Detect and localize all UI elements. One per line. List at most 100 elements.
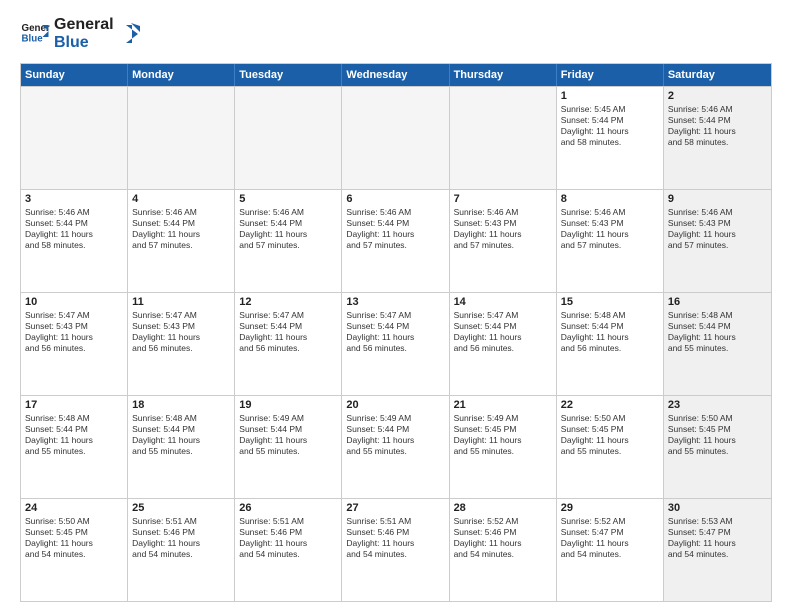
header-cell-thursday: Thursday: [450, 64, 557, 86]
day-number: 6: [346, 193, 444, 205]
calendar-header-row: SundayMondayTuesdayWednesdayThursdayFrid…: [21, 64, 771, 86]
calendar-row-3: 17Sunrise: 5:48 AM Sunset: 5:44 PM Dayli…: [21, 395, 771, 498]
day-info: Sunrise: 5:47 AM Sunset: 5:44 PM Dayligh…: [346, 310, 444, 354]
day-number: 30: [668, 502, 767, 514]
day-info: Sunrise: 5:46 AM Sunset: 5:44 PM Dayligh…: [346, 207, 444, 251]
day-cell-30: 30 Sunrise: 5:53 AM Sunset: 5:47 PM Dayli…: [664, 499, 771, 601]
day-number: 28: [454, 502, 552, 514]
day-cell-25: 25 Sunrise: 5:51 AM Sunset: 5:46 PM Dayli…: [128, 499, 235, 601]
calendar-row-2: 10 Sunrise: 5:47 AM Sunset: 5:43 PM Dayli…: [21, 292, 771, 395]
day-number: 18: [132, 399, 230, 411]
day-number: 7: [454, 193, 552, 205]
day-info: Sunrise: 5:46 AM Sunset: 5:44 PM Dayligh…: [239, 207, 337, 251]
header-cell-wednesday: Wednesday: [342, 64, 449, 86]
day-number: 4: [132, 193, 230, 205]
empty-cell-0-2: [235, 87, 342, 189]
day-cell-3: 3Sunrise: 5:46 AM Sunset: 5:44 PM Daylig…: [21, 190, 128, 292]
day-info: Sunrise: 5:46 AM Sunset: 5:44 PM Dayligh…: [132, 207, 230, 251]
day-cell-15: 15Sunrise: 5:48 AM Sunset: 5:44 PM Dayli…: [557, 293, 664, 395]
day-info: Sunrise: 5:50 AM Sunset: 5:45 PM Dayligh…: [25, 516, 123, 560]
calendar-body: 1 Sunrise: 5:45 AM Sunset: 5:44 PM Daylig…: [21, 86, 771, 601]
logo-general: General: [54, 16, 114, 34]
day-cell-14: 14Sunrise: 5:47 AM Sunset: 5:44 PM Dayli…: [450, 293, 557, 395]
day-number: 8: [561, 193, 659, 205]
day-cell-29: 29Sunrise: 5:52 AM Sunset: 5:47 PM Dayli…: [557, 499, 664, 601]
header-cell-friday: Friday: [557, 64, 664, 86]
day-cell-16: 16Sunrise: 5:48 AM Sunset: 5:44 PM Dayli…: [664, 293, 771, 395]
day-info: Sunrise: 5:49 AM Sunset: 5:44 PM Dayligh…: [239, 413, 337, 457]
day-info: Sunrise: 5:46 AM Sunset: 5:43 PM Dayligh…: [668, 207, 767, 251]
day-number: 1: [561, 90, 659, 102]
day-cell-21: 21 Sunrise: 5:49 AM Sunset: 5:45 PM Dayli…: [450, 396, 557, 498]
day-cell-13: 13 Sunrise: 5:47 AM Sunset: 5:44 PM Dayli…: [342, 293, 449, 395]
day-number: 15: [561, 296, 659, 308]
day-cell-2: 2 Sunrise: 5:46 AM Sunset: 5:44 PM Daylig…: [664, 87, 771, 189]
day-number: 27: [346, 502, 444, 514]
calendar-row-0: 1 Sunrise: 5:45 AM Sunset: 5:44 PM Daylig…: [21, 86, 771, 189]
logo: General Blue General Blue: [20, 16, 140, 53]
day-number: 2: [668, 90, 767, 102]
day-cell-1: 1 Sunrise: 5:45 AM Sunset: 5:44 PM Daylig…: [557, 87, 664, 189]
day-number: 13: [346, 296, 444, 308]
day-info: Sunrise: 5:51 AM Sunset: 5:46 PM Dayligh…: [346, 516, 444, 560]
day-number: 25: [132, 502, 230, 514]
day-info: Sunrise: 5:47 AM Sunset: 5:43 PM Dayligh…: [132, 310, 230, 354]
day-cell-28: 28 Sunrise: 5:52 AM Sunset: 5:46 PM Dayli…: [450, 499, 557, 601]
day-cell-22: 22 Sunrise: 5:50 AM Sunset: 5:45 PM Dayli…: [557, 396, 664, 498]
empty-cell-0-4: [450, 87, 557, 189]
day-cell-18: 18 Sunrise: 5:48 AM Sunset: 5:44 PM Dayli…: [128, 396, 235, 498]
day-cell-26: 26 Sunrise: 5:51 AM Sunset: 5:46 PM Dayli…: [235, 499, 342, 601]
day-cell-24: 24 Sunrise: 5:50 AM Sunset: 5:45 PM Dayli…: [21, 499, 128, 601]
svg-text:Blue: Blue: [22, 34, 44, 45]
empty-cell-0-3: [342, 87, 449, 189]
day-number: 12: [239, 296, 337, 308]
day-cell-5: 5 Sunrise: 5:46 AM Sunset: 5:44 PM Daylig…: [235, 190, 342, 292]
day-info: Sunrise: 5:51 AM Sunset: 5:46 PM Dayligh…: [239, 516, 337, 560]
day-number: 26: [239, 502, 337, 514]
day-info: Sunrise: 5:46 AM Sunset: 5:43 PM Dayligh…: [454, 207, 552, 251]
day-cell-7: 7 Sunrise: 5:46 AM Sunset: 5:43 PM Daylig…: [450, 190, 557, 292]
day-info: Sunrise: 5:46 AM Sunset: 5:43 PM Dayligh…: [561, 207, 659, 251]
day-cell-17: 17Sunrise: 5:48 AM Sunset: 5:44 PM Dayli…: [21, 396, 128, 498]
day-number: 22: [561, 399, 659, 411]
header-cell-sunday: Sunday: [21, 64, 128, 86]
day-cell-11: 11 Sunrise: 5:47 AM Sunset: 5:43 PM Dayli…: [128, 293, 235, 395]
header: General Blue General Blue: [20, 16, 772, 53]
day-info: Sunrise: 5:48 AM Sunset: 5:44 PM Dayligh…: [132, 413, 230, 457]
day-cell-6: 6 Sunrise: 5:46 AM Sunset: 5:44 PM Daylig…: [342, 190, 449, 292]
day-info: Sunrise: 5:49 AM Sunset: 5:45 PM Dayligh…: [454, 413, 552, 457]
day-info: Sunrise: 5:52 AM Sunset: 5:46 PM Dayligh…: [454, 516, 552, 560]
day-number: 3: [25, 193, 123, 205]
day-info: Sunrise: 5:50 AM Sunset: 5:45 PM Dayligh…: [561, 413, 659, 457]
day-info: Sunrise: 5:47 AM Sunset: 5:44 PM Dayligh…: [454, 310, 552, 354]
day-number: 10: [25, 296, 123, 308]
day-number: 11: [132, 296, 230, 308]
day-number: 21: [454, 399, 552, 411]
day-info: Sunrise: 5:47 AM Sunset: 5:43 PM Dayligh…: [25, 310, 123, 354]
day-number: 20: [346, 399, 444, 411]
logo-icon: General Blue: [20, 19, 50, 49]
page: General Blue General Blue SundayMondayTu…: [0, 0, 792, 612]
day-cell-4: 4 Sunrise: 5:46 AM Sunset: 5:44 PM Daylig…: [128, 190, 235, 292]
empty-cell-0-1: [128, 87, 235, 189]
day-number: 5: [239, 193, 337, 205]
day-cell-27: 27 Sunrise: 5:51 AM Sunset: 5:46 PM Dayli…: [342, 499, 449, 601]
empty-cell-0-0: [21, 87, 128, 189]
day-info: Sunrise: 5:45 AM Sunset: 5:44 PM Dayligh…: [561, 104, 659, 148]
day-info: Sunrise: 5:49 AM Sunset: 5:44 PM Dayligh…: [346, 413, 444, 457]
header-cell-tuesday: Tuesday: [235, 64, 342, 86]
day-info: Sunrise: 5:48 AM Sunset: 5:44 PM Dayligh…: [25, 413, 123, 457]
day-info: Sunrise: 5:47 AM Sunset: 5:44 PM Dayligh…: [239, 310, 337, 354]
day-info: Sunrise: 5:51 AM Sunset: 5:46 PM Dayligh…: [132, 516, 230, 560]
day-number: 16: [668, 296, 767, 308]
day-number: 24: [25, 502, 123, 514]
day-number: 23: [668, 399, 767, 411]
svg-text:General: General: [22, 23, 51, 34]
header-cell-saturday: Saturday: [664, 64, 771, 86]
day-info: Sunrise: 5:53 AM Sunset: 5:47 PM Dayligh…: [668, 516, 767, 560]
day-info: Sunrise: 5:52 AM Sunset: 5:47 PM Dayligh…: [561, 516, 659, 560]
calendar-row-1: 3 Sunrise: 5:46 AM Sunset: 5:44 PM Daylig…: [21, 189, 771, 292]
day-cell-9: 9Sunrise: 5:46 AM Sunset: 5:43 PM Daylig…: [664, 190, 771, 292]
day-number: 19: [239, 399, 337, 411]
day-info: Sunrise: 5:46 AM Sunset: 5:44 PM Dayligh…: [668, 104, 767, 148]
